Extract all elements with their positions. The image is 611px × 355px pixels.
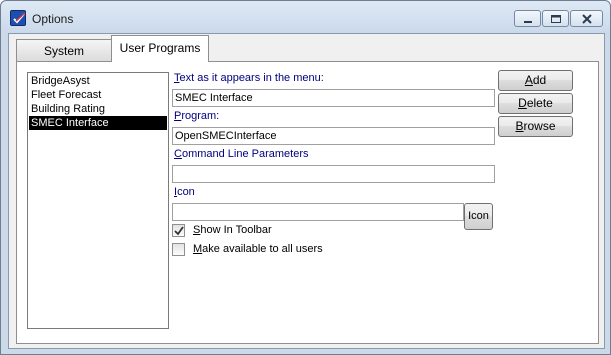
title-bar[interactable]: Options (1, 1, 610, 35)
command-line-label-rest: ommand Line Parameters (181, 148, 309, 160)
user-programs-panel: BridgeAsyst Fleet Forecast Building Rati… (16, 61, 599, 344)
list-item[interactable]: BridgeAsyst (29, 74, 167, 88)
browse-button-key: B (515, 119, 524, 133)
window-title: Options (32, 12, 74, 26)
close-icon (582, 14, 592, 24)
delete-button[interactable]: Delete (498, 93, 573, 114)
program-field[interactable]: OpenSMECInterface (172, 127, 495, 145)
show-in-toolbar-rest: how In Toolbar (200, 224, 272, 236)
delete-button-rest: elete (526, 96, 553, 110)
show-in-toolbar-checkbox[interactable] (172, 224, 185, 237)
icon-label-rest: con (177, 186, 195, 198)
command-line-label-key: C (174, 148, 182, 160)
add-button-key: A (524, 73, 533, 87)
all-users-key: M (193, 243, 203, 255)
browse-button-rest: rowse (523, 119, 556, 133)
tab-system[interactable]: System (16, 39, 112, 61)
menu-text-label-rest: ext as it appears in the menu: (179, 72, 324, 84)
minimize-button[interactable] (514, 10, 541, 27)
checkmark-app-icon (10, 10, 26, 26)
icon-label: Icon (174, 186, 195, 198)
program-label: Program: (174, 110, 219, 122)
dialog-client-area: System User Programs BridgeAsyst Fleet F… (8, 33, 605, 349)
all-users-label[interactable]: Make available to all users (193, 243, 323, 255)
maximize-button[interactable] (542, 10, 569, 27)
program-label-rest: rogram: (181, 110, 220, 122)
check-icon (174, 226, 184, 236)
icon-path-field[interactable] (172, 203, 464, 221)
show-in-toolbar-label[interactable]: Show In Toolbar (193, 224, 272, 236)
tab-user-programs[interactable]: User Programs (111, 35, 209, 62)
list-item[interactable]: Building Rating (29, 102, 167, 116)
add-button[interactable]: Add (498, 70, 573, 91)
menu-text-label: Text as it appears in the menu: (174, 72, 324, 84)
add-button-rest: dd (532, 73, 547, 87)
all-users-rest: ake available to all users (202, 243, 323, 255)
delete-button-key: D (518, 96, 527, 110)
icon-browse-button[interactable]: Icon (464, 203, 493, 230)
close-button[interactable] (570, 10, 603, 27)
list-item-selected[interactable]: SMEC Interface (29, 116, 167, 130)
browse-button[interactable]: Browse (498, 116, 573, 137)
command-line-label: Command Line Parameters (174, 148, 309, 160)
options-window: Options System User Programs BridgeAsyst… (0, 0, 611, 355)
program-listbox[interactable]: BridgeAsyst Fleet Forecast Building Rati… (27, 72, 169, 329)
menu-text-field[interactable]: SMEC Interface (172, 89, 495, 107)
all-users-checkbox[interactable] (172, 243, 185, 256)
maximize-icon (551, 15, 561, 23)
minimize-icon (524, 21, 532, 23)
command-line-field[interactable] (172, 165, 495, 183)
list-item[interactable]: Fleet Forecast (29, 88, 167, 102)
